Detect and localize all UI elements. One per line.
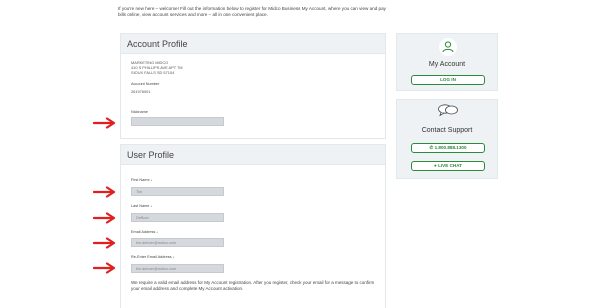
chat-bubbles-icon [438, 104, 458, 117]
live-chat-button[interactable]: ● LIVE CHAT [411, 161, 485, 171]
arrow-icon [93, 212, 116, 224]
last-name-label: Last Name * [131, 204, 152, 209]
contact-support-card: Contact Support ✆ 1.800.888.1300 ● LIVE … [396, 99, 498, 179]
address-line: SIOUX FALLS SD 57104 [131, 70, 175, 75]
first-name-input[interactable] [131, 187, 224, 196]
account-profile-title: Account Profile [121, 34, 385, 54]
email-label: Email Address * [131, 230, 158, 235]
my-account-card: My Account LOG IN [396, 33, 498, 91]
first-name-label: First Name * [131, 178, 153, 183]
user-profile-panel: User Profile First Name * Last Name * Em… [120, 144, 386, 308]
reenter-email-label: Re-Enter Email Address * [131, 255, 175, 260]
arrow-icon [93, 117, 116, 129]
user-profile-title: User Profile [121, 145, 385, 165]
user-icon [442, 41, 454, 53]
phone-button[interactable]: ✆ 1.800.888.1300 [411, 143, 485, 153]
intro-text: If you're new here – welcome! Fill out t… [118, 6, 386, 18]
last-name-input[interactable] [131, 213, 224, 222]
arrow-icon [93, 237, 116, 249]
nickname-input[interactable] [131, 117, 224, 126]
avatar [439, 38, 457, 56]
account-number-value: 261976001 [131, 89, 151, 94]
my-account-title: My Account [428, 61, 466, 68]
arrow-icon [93, 186, 116, 198]
email-note: We require a valid email address for My … [131, 280, 375, 292]
arrow-icon [93, 262, 116, 274]
nickname-label: Nickname [131, 110, 148, 114]
login-button[interactable]: LOG IN [411, 75, 485, 85]
account-profile-panel: Account Profile MARKETING MIDCO 410 S PH… [120, 33, 386, 139]
email-input[interactable] [131, 238, 224, 247]
contact-support-title: Contact Support [421, 127, 473, 134]
reenter-email-input[interactable] [131, 264, 224, 273]
account-number-label: Account Number [131, 82, 160, 86]
